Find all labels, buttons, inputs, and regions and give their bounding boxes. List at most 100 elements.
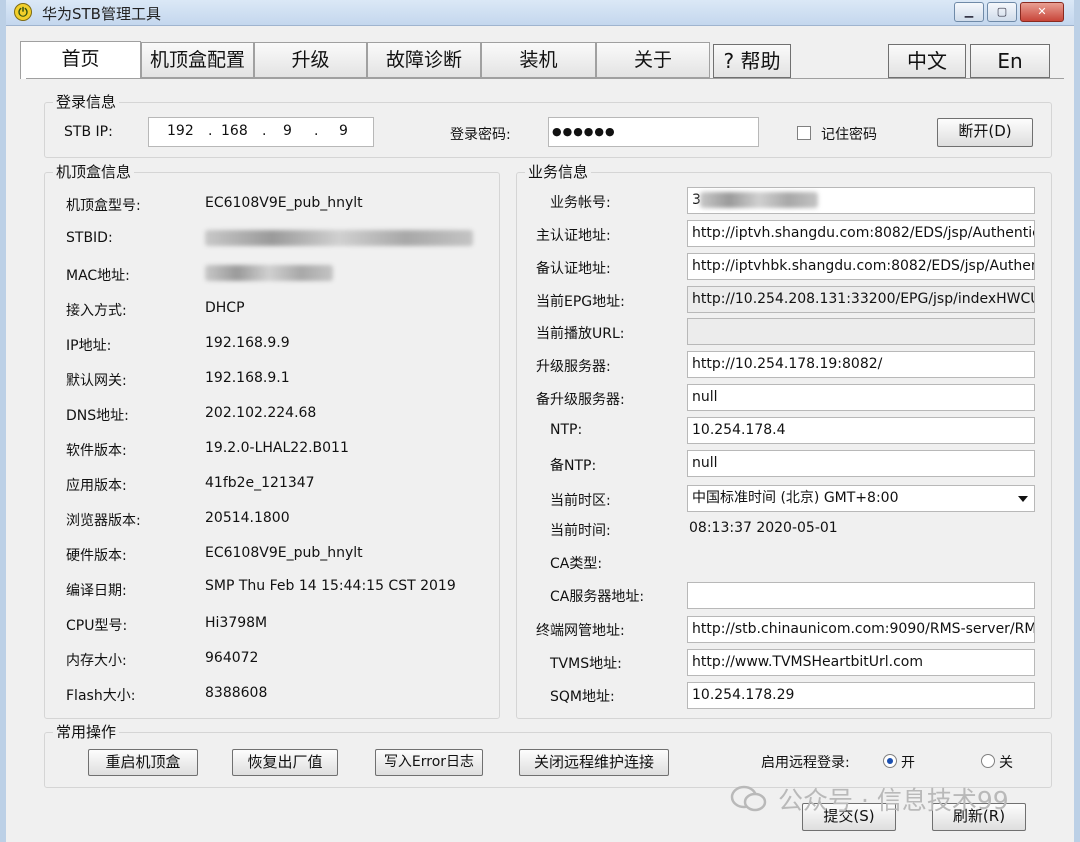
- access-mode-label: 接入方式:: [66, 303, 127, 319]
- title-bar: ⏻ 华为STB管理工具 ▁ ▢ ✕: [6, 0, 1074, 26]
- gateway-label: 默认网关:: [66, 373, 127, 389]
- disconnect-button[interactable]: 断开(D): [937, 118, 1033, 147]
- chevron-down-icon[interactable]: [1018, 496, 1028, 502]
- tab-stb-config[interactable]: 机顶盒配置: [141, 42, 254, 78]
- tvms-input[interactable]: http://www.TVMSHeartbitUrl.com: [687, 649, 1035, 676]
- dns-label: DNS地址:: [66, 408, 129, 424]
- mac-redacted: [205, 265, 333, 281]
- stb-model-value: EC6108V9E_pub_hnylt: [205, 195, 363, 211]
- tab-diagnosis[interactable]: 故障诊断: [367, 42, 481, 78]
- reboot-button[interactable]: 重启机顶盒: [88, 749, 198, 776]
- ip-address-value: 192.168.9.9: [205, 335, 290, 351]
- software-version-value: 19.2.0-LHAL22.B011: [205, 440, 349, 456]
- ca-server-input[interactable]: [687, 582, 1035, 609]
- ip-address-label: IP地址:: [66, 338, 112, 354]
- dns-value: 202.102.224.68: [205, 405, 317, 421]
- ip-octet-3[interactable]: 9: [283, 123, 292, 139]
- minimize-button[interactable]: ▁: [954, 2, 984, 22]
- software-version-label: 软件版本:: [66, 443, 127, 459]
- flash-size-value: 8388608: [205, 685, 268, 701]
- sqm-input[interactable]: 10.254.178.29: [687, 682, 1035, 709]
- backup-ntp-input[interactable]: null: [687, 450, 1035, 477]
- epg-input[interactable]: http://10.254.208.131:33200/EPG/jsp/inde…: [687, 286, 1035, 313]
- common-ops-group-title: 常用操作: [53, 723, 120, 741]
- timezone-select[interactable]: 中国标准时间 (北京) GMT+8:00: [687, 485, 1035, 512]
- browser-version-value: 20514.1800: [205, 510, 290, 526]
- close-remote-button[interactable]: 关闭远程维护连接: [519, 749, 669, 776]
- remote-login-off-radio[interactable]: [981, 754, 995, 768]
- timezone-label: 当前时区:: [550, 493, 611, 509]
- main-auth-label: 主认证地址:: [536, 228, 611, 244]
- wechat-icon: [730, 785, 767, 812]
- password-input[interactable]: ●●●●●●: [548, 117, 759, 147]
- ip-octet-4[interactable]: 9: [339, 123, 348, 139]
- ip-dot: .: [314, 123, 319, 139]
- stb-info-group-title: 机顶盒信息: [53, 163, 135, 181]
- tab-home[interactable]: 首页: [20, 41, 141, 79]
- upgrade-server-input[interactable]: http://10.254.178.19:8082/: [687, 351, 1035, 378]
- remote-login-off-label: 关: [999, 755, 1013, 771]
- app-window: ⏻ 华为STB管理工具 ▁ ▢ ✕ 首页 机顶盒配置 升级 故障诊断 装机 关于…: [0, 0, 1080, 842]
- stb-ip-input[interactable]: 192 . 168 . 9 . 9: [148, 117, 374, 147]
- backup-ntp-label: 备NTP:: [550, 458, 597, 474]
- account-label: 业务帐号:: [550, 195, 611, 211]
- backup-upgrade-label: 备升级服务器:: [536, 392, 625, 408]
- flash-size-label: Flash大小:: [66, 688, 136, 704]
- write-error-log-button[interactable]: 写入Error日志: [375, 749, 483, 776]
- ip-octet-2[interactable]: 168: [221, 123, 248, 139]
- help-button[interactable]: ? 帮助: [713, 44, 791, 78]
- cpu-model-value: Hi3798M: [205, 615, 268, 631]
- backup-auth-input[interactable]: http://iptvhbk.shangdu.com:8082/EDS/jsp/…: [687, 253, 1035, 280]
- main-auth-input[interactable]: http://iptvh.shangdu.com:8082/EDS/jsp/Au…: [687, 220, 1035, 247]
- window-controls: ▁ ▢ ✕: [954, 2, 1064, 22]
- ca-server-label: CA服务器地址:: [550, 589, 645, 605]
- upgrade-server-label: 升级服务器:: [536, 359, 611, 375]
- app-version-value: 41fb2e_121347: [205, 475, 315, 491]
- terminal-mgmt-label: 终端网管地址:: [536, 623, 625, 639]
- browser-version-label: 浏览器版本:: [66, 513, 141, 529]
- memory-size-label: 内存大小:: [66, 653, 127, 669]
- app-version-label: 应用版本:: [66, 478, 127, 494]
- ntp-input[interactable]: 10.254.178.4: [687, 417, 1035, 444]
- ip-dot: .: [262, 123, 267, 139]
- watermark-text: 公众号 · 信息技术99: [778, 786, 1009, 815]
- play-url-input[interactable]: [687, 318, 1035, 345]
- remote-login-label: 启用远程登录:: [761, 755, 850, 771]
- stbid-label: STBID:: [66, 230, 113, 246]
- memory-size-value: 964072: [205, 650, 259, 666]
- tab-install[interactable]: 装机: [481, 42, 596, 78]
- backup-auth-label: 备认证地址:: [536, 261, 611, 277]
- hardware-version-value: EC6108V9E_pub_hnylt: [205, 545, 363, 561]
- lang-en-button[interactable]: En: [970, 44, 1050, 78]
- ntp-label: NTP:: [550, 422, 583, 438]
- close-button[interactable]: ✕: [1020, 2, 1064, 22]
- maximize-button[interactable]: ▢: [987, 2, 1017, 22]
- terminal-mgmt-input[interactable]: http://stb.chinaunicom.com:9090/RMS-serv…: [687, 616, 1035, 643]
- service-info-group-title: 业务信息: [525, 163, 592, 181]
- ip-octet-1[interactable]: 192: [167, 123, 194, 139]
- stbid-redacted: [205, 230, 473, 246]
- current-time-label: 当前时间:: [550, 523, 611, 539]
- remember-password-label: 记住密码: [821, 127, 877, 143]
- tvms-label: TVMS地址:: [550, 656, 622, 672]
- ip-dot: .: [208, 123, 213, 139]
- hardware-version-label: 硬件版本:: [66, 548, 127, 564]
- stb-model-label: 机顶盒型号:: [66, 198, 141, 214]
- build-date-value: SMP Thu Feb 14 15:44:15 CST 2019: [205, 578, 456, 594]
- remote-login-on-radio[interactable]: [883, 754, 897, 768]
- backup-upgrade-input[interactable]: null: [687, 384, 1035, 411]
- play-url-label: 当前播放URL:: [536, 326, 625, 342]
- tab-upgrade[interactable]: 升级: [254, 42, 367, 78]
- remember-password-checkbox[interactable]: [797, 126, 811, 140]
- login-group-title: 登录信息: [53, 93, 120, 111]
- ca-type-label: CA类型:: [550, 556, 603, 572]
- gateway-value: 192.168.9.1: [205, 370, 290, 386]
- epg-label: 当前EPG地址:: [536, 294, 625, 310]
- remote-login-on-label: 开: [901, 755, 915, 771]
- tab-about[interactable]: 关于: [596, 42, 710, 78]
- factory-reset-button[interactable]: 恢复出厂值: [232, 749, 338, 776]
- access-mode-value: DHCP: [205, 300, 245, 316]
- cpu-model-label: CPU型号:: [66, 618, 128, 634]
- lang-zh-button[interactable]: 中文: [888, 44, 966, 78]
- power-icon: ⏻: [14, 3, 32, 21]
